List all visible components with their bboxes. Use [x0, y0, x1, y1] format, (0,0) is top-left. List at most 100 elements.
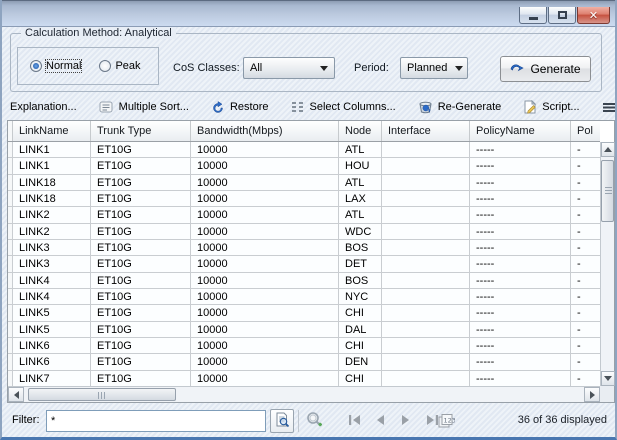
scroll-down-button[interactable] — [601, 371, 615, 386]
table-cell[interactable]: LINK18 — [13, 191, 91, 206]
table-cell[interactable]: - — [571, 191, 600, 206]
table-cell[interactable]: HOU — [339, 158, 382, 173]
column-header-trunk-type[interactable]: Trunk Type — [91, 121, 191, 141]
table-cell[interactable]: ----- — [470, 240, 571, 255]
table-cell[interactable]: - — [571, 158, 600, 173]
minimize-button[interactable] — [519, 7, 547, 24]
advanced-search-button[interactable] — [302, 409, 326, 433]
table-cell[interactable]: ET10G — [91, 289, 191, 304]
table-cell[interactable]: LINK3 — [13, 256, 91, 271]
table-row[interactable]: LINK5ET10G10000CHI------ — [8, 305, 600, 321]
table-cell[interactable]: 10000 — [191, 338, 339, 353]
peak-radio[interactable]: Peak — [99, 60, 140, 72]
re-generate-button[interactable]: Re-Generate — [418, 101, 502, 114]
table-cell[interactable]: LINK4 — [13, 289, 91, 304]
explanation-button[interactable]: Explanation... — [10, 101, 77, 113]
table-row[interactable]: LINK3ET10G10000BOS------ — [8, 240, 600, 256]
table-cell[interactable] — [382, 240, 470, 255]
table-cell[interactable]: 10000 — [191, 191, 339, 206]
table-cell[interactable]: ET10G — [91, 207, 191, 222]
multiple-sort-button[interactable]: Multiple Sort... — [99, 101, 189, 114]
table-cell[interactable] — [382, 273, 470, 288]
table-row[interactable]: LINK2ET10G10000ATL------ — [8, 207, 600, 223]
table-cell[interactable]: LINK4 — [13, 273, 91, 288]
table-row[interactable]: LINK1ET10G10000ATL------ — [8, 142, 600, 158]
table-cell[interactable]: ----- — [470, 175, 571, 190]
table-cell[interactable]: 10000 — [191, 289, 339, 304]
table-cell[interactable]: ET10G — [91, 142, 191, 157]
table-cell[interactable]: ----- — [470, 256, 571, 271]
table-cell[interactable]: ET10G — [91, 256, 191, 271]
table-cell[interactable] — [382, 354, 470, 369]
close-button[interactable]: ✕ — [577, 7, 610, 24]
table-cell[interactable]: 10000 — [191, 142, 339, 157]
column-header-bandwidth-mbps-[interactable]: Bandwidth(Mbps) — [191, 121, 339, 141]
table-row[interactable]: LINK7ET10G10000CHI------ — [8, 371, 600, 386]
table-cell[interactable]: ATL — [339, 175, 382, 190]
period-select[interactable]: Planned — [400, 57, 468, 79]
table-row[interactable]: LINK6ET10G10000CHI------ — [8, 338, 600, 354]
table-cell[interactable]: ET10G — [91, 371, 191, 386]
column-header-node[interactable]: Node — [339, 121, 382, 141]
table-cell[interactable]: ----- — [470, 142, 571, 157]
script-button[interactable]: Script... — [523, 100, 579, 114]
table-cell[interactable]: 10000 — [191, 175, 339, 190]
table-cell[interactable]: - — [571, 224, 600, 239]
table-cell[interactable]: ET10G — [91, 354, 191, 369]
table-cell[interactable]: 10000 — [191, 322, 339, 337]
table-cell[interactable]: LINK1 — [13, 158, 91, 173]
horizontal-scroll-thumb[interactable] — [28, 388, 176, 401]
table-row[interactable]: LINK1ET10G10000HOU ------ — [8, 158, 600, 174]
table-cell[interactable]: ET10G — [91, 158, 191, 173]
table-cell[interactable]: 10000 — [191, 158, 339, 173]
table-cell[interactable]: ----- — [470, 158, 571, 173]
table-cell[interactable] — [382, 224, 470, 239]
vertical-scrollbar[interactable] — [600, 142, 614, 386]
table-cell[interactable] — [382, 338, 470, 353]
table-cell[interactable]: ET10G — [91, 175, 191, 190]
horizontal-scrollbar[interactable] — [8, 386, 600, 402]
table-cell[interactable]: - — [571, 273, 600, 288]
vertical-scroll-thumb[interactable] — [601, 160, 614, 222]
table-cell[interactable]: LINK18 — [13, 175, 91, 190]
column-header-linkname[interactable]: LinkName — [13, 121, 91, 141]
table-cell[interactable]: LINK2 — [13, 224, 91, 239]
table-row[interactable]: LINK4ET10G10000NYC------ — [8, 289, 600, 305]
table-cell[interactable]: 10000 — [191, 240, 339, 255]
table-row[interactable]: LINK2ET10G10000WDC------ — [8, 224, 600, 240]
table-cell[interactable] — [382, 305, 470, 320]
table-cell[interactable]: ----- — [470, 207, 571, 222]
table-cell[interactable]: LINK1 — [13, 142, 91, 157]
table-cell[interactable]: - — [571, 207, 600, 222]
table-row[interactable]: LINK18ET10G10000ATL------ — [8, 175, 600, 191]
table-cell[interactable]: LINK5 — [13, 305, 91, 320]
scroll-left-button[interactable] — [8, 387, 24, 402]
table-cell[interactable]: 10000 — [191, 273, 339, 288]
table-cell[interactable]: ATL — [339, 207, 382, 222]
table-cell[interactable]: 10000 — [191, 256, 339, 271]
table-cell[interactable]: - — [571, 142, 600, 157]
table-cell[interactable]: ET10G — [91, 224, 191, 239]
table-cell[interactable] — [382, 142, 470, 157]
table-row[interactable]: LINK5ET10G10000DAL------ — [8, 322, 600, 338]
table-cell[interactable]: - — [571, 354, 600, 369]
table-cell[interactable]: ET10G — [91, 322, 191, 337]
table-cell[interactable]: DAL — [339, 322, 382, 337]
table-cell[interactable]: ----- — [470, 224, 571, 239]
table-cell[interactable]: DET — [339, 256, 382, 271]
table-cell[interactable]: ----- — [470, 354, 571, 369]
table-cell[interactable]: WDC — [339, 224, 382, 239]
table-cell[interactable]: BOS — [339, 273, 382, 288]
table-cell[interactable] — [382, 175, 470, 190]
table-row[interactable]: LINK6ET10G10000DEN------ — [8, 354, 600, 370]
table-cell[interactable]: LINK7 — [13, 371, 91, 386]
table-cell[interactable]: ET10G — [91, 338, 191, 353]
column-header-interface[interactable]: Interface — [382, 121, 470, 141]
table-cell[interactable]: ----- — [470, 273, 571, 288]
table-cell[interactable]: - — [571, 256, 600, 271]
previous-page-button[interactable] — [372, 412, 388, 428]
table-cell[interactable]: 10000 — [191, 354, 339, 369]
table-cell[interactable]: LINK3 — [13, 240, 91, 255]
table-cell[interactable]: CHI — [339, 371, 382, 386]
table-cell[interactable]: DEN — [339, 354, 382, 369]
